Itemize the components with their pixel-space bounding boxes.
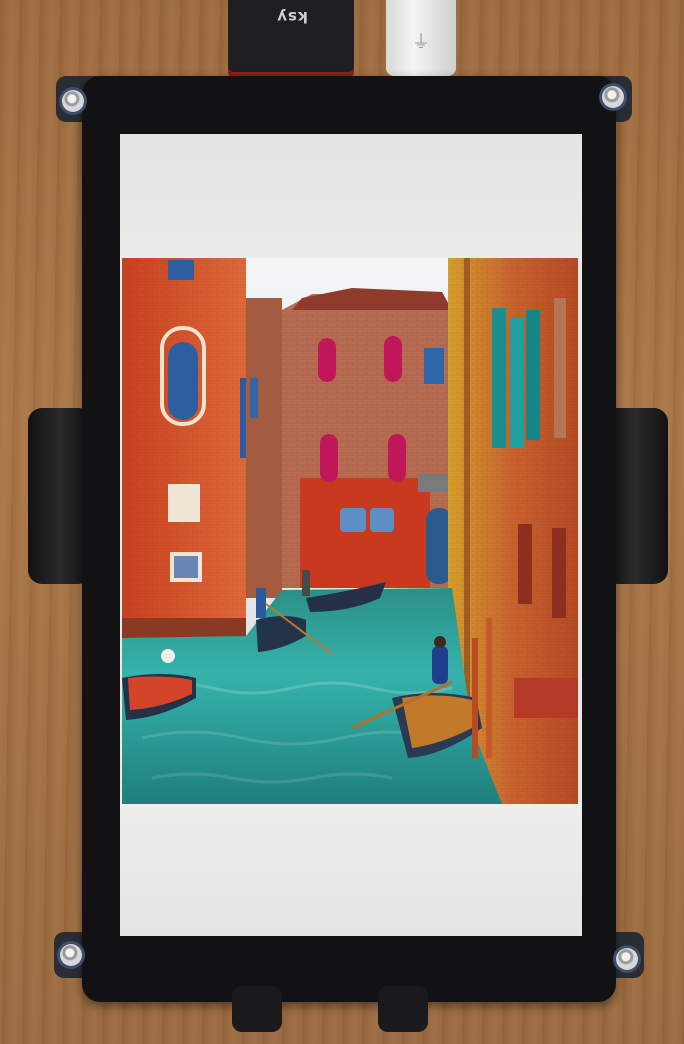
screw-top-right-icon (602, 86, 624, 108)
center-building (282, 288, 454, 588)
microsd-adapter-label: ksy (276, 8, 308, 26)
alley-window (250, 378, 258, 418)
stand-foot-right (378, 986, 428, 1032)
screw-bottom-left-icon (60, 944, 82, 966)
venice-canal-photo (122, 258, 578, 804)
mooring-pole (472, 638, 478, 758)
left-building (122, 258, 250, 638)
lcd-screen (120, 134, 582, 936)
photo-scene: ksy ⏚ (0, 0, 684, 1044)
screen-blank-area-bottom (120, 802, 582, 936)
screen-blank-area-top (120, 134, 582, 260)
screw-top-left-icon (62, 90, 84, 112)
usb-symbol-icon: ⏚ (412, 32, 430, 53)
stand-foot-left (232, 986, 282, 1032)
screw-bottom-right-icon (616, 948, 638, 970)
alley-building (246, 298, 282, 598)
mooring-pole (486, 618, 492, 758)
